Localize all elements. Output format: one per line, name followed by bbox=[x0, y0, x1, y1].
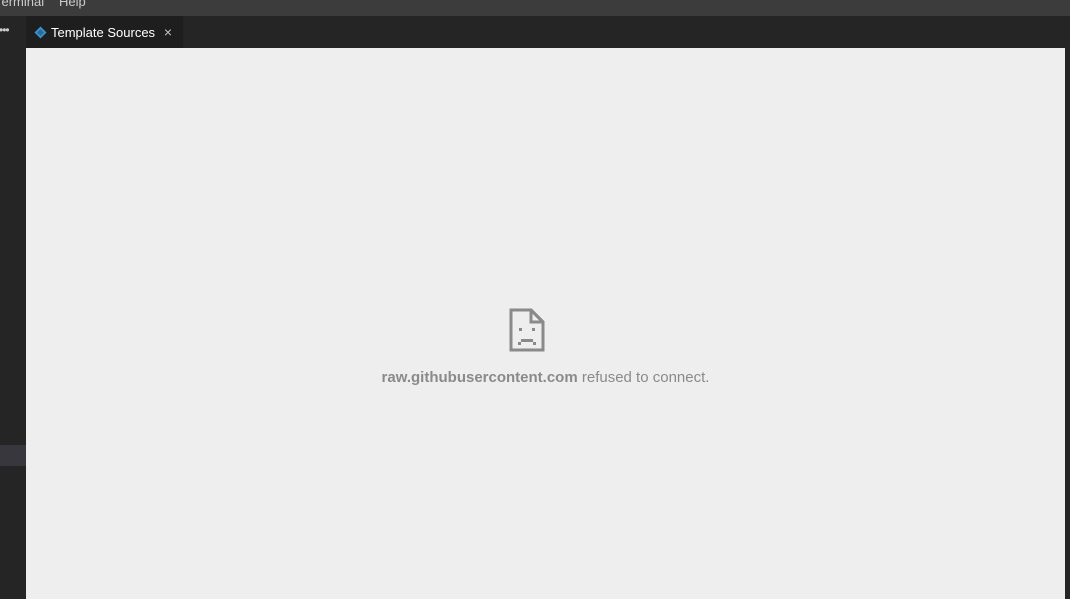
editor-tab-strip: Template Sources × bbox=[26, 16, 1070, 48]
error-message: raw.githubusercontent.com refused to con… bbox=[26, 369, 1065, 387]
right-gutter bbox=[1065, 48, 1070, 599]
ellipsis-icon[interactable]: ••• bbox=[0, 23, 13, 37]
tab-template-sources[interactable]: Template Sources × bbox=[26, 16, 183, 48]
close-icon[interactable]: × bbox=[162, 25, 174, 39]
sidebar-selected-item[interactable] bbox=[0, 445, 26, 466]
menu-help[interactable]: Help bbox=[59, 0, 86, 10]
error-host: raw.githubusercontent.com bbox=[381, 369, 578, 386]
sad-document-icon bbox=[509, 308, 545, 352]
sidebar: ••• bbox=[0, 16, 26, 599]
menu-bar: Terminal Help bbox=[0, 0, 1070, 16]
extension-diamond-icon bbox=[34, 26, 47, 39]
webview-content: raw.githubusercontent.com refused to con… bbox=[26, 48, 1065, 599]
vscode-window: Terminal Help ••• Template Sources × bbox=[0, 0, 1070, 599]
error-message-text: refused to connect. bbox=[577, 369, 710, 386]
tab-label: Template Sources bbox=[51, 25, 156, 40]
menu-terminal[interactable]: Terminal bbox=[0, 0, 44, 10]
